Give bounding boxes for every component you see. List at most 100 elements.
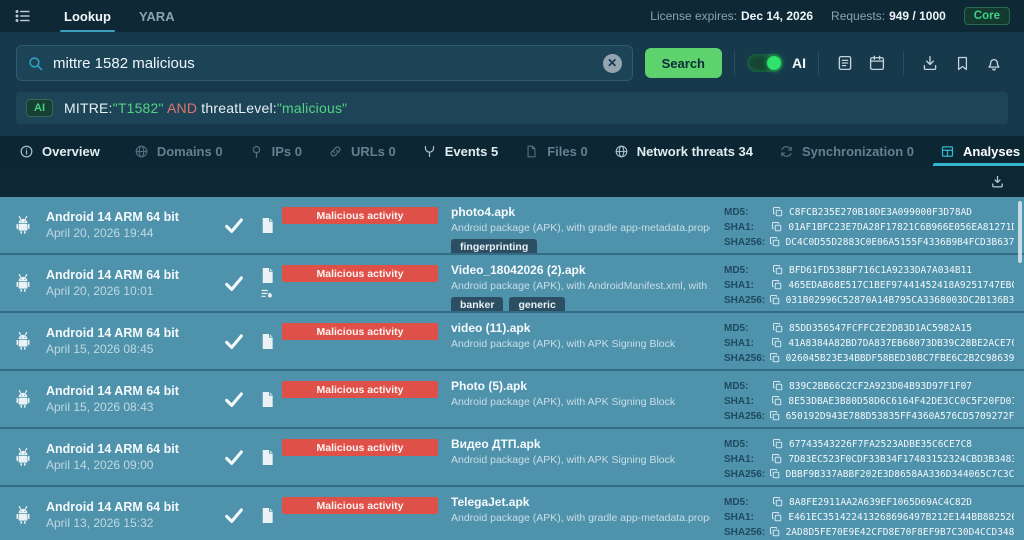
hash-value: 01AF1BFC23E7DA28F17821C6B966E056EA81271D xyxy=(788,222,1014,233)
hash-label: SHA256: xyxy=(724,237,769,248)
menu-icon[interactable] xyxy=(14,0,38,32)
tab-urls[interactable]: URLs 0 xyxy=(315,136,409,166)
tab-domains[interactable]: Domains 0 xyxy=(121,136,236,166)
copy-icon[interactable] xyxy=(769,526,781,538)
link-icon xyxy=(328,144,343,159)
hash-value: 85DD356547FCFFC2E2D83D1AC5982A15 xyxy=(789,323,972,334)
file-description: Android package (APK), with AndroidManif… xyxy=(451,280,710,292)
scrollbar-thumb[interactable] xyxy=(1018,201,1022,263)
download-icon[interactable] xyxy=(916,49,944,77)
verdict-badge: Malicious activity xyxy=(282,497,438,514)
copy-icon[interactable] xyxy=(769,352,781,364)
ai-toggle[interactable] xyxy=(747,54,783,72)
analysis-row[interactable]: Android 14 ARM 64 bit April 20, 2026 10:… xyxy=(0,255,1024,313)
hash-label: SHA1: xyxy=(724,396,771,407)
copy-icon[interactable] xyxy=(769,236,781,248)
copy-icon[interactable] xyxy=(771,511,783,523)
ti-lookup-app: Lookup YARA License expires:Dec 14, 2026… xyxy=(0,0,1024,540)
tab-analyses[interactable]: Analyses 227 xyxy=(927,136,1024,166)
tab-lookup[interactable]: Lookup xyxy=(50,0,125,32)
analysis-date: April 13, 2026 15:32 xyxy=(46,516,216,530)
copy-icon[interactable] xyxy=(769,468,781,480)
copy-icon[interactable] xyxy=(771,395,783,407)
clear-search-icon[interactable]: ✕ xyxy=(603,54,622,73)
hash-sha1: SHA1: 465EDAB68E517C1BEF97441452418A9251… xyxy=(724,278,1014,292)
hash-label: SHA1: xyxy=(724,222,771,233)
analysis-row[interactable]: Android 14 ARM 64 bit April 20, 2026 19:… xyxy=(0,197,1024,255)
file-info-cell: Видео ДТП.apk Android package (APK), wit… xyxy=(444,429,716,485)
license-info: License expires:Dec 14, 2026 xyxy=(650,9,813,23)
copy-icon[interactable] xyxy=(772,380,784,392)
file-type-icon xyxy=(258,390,277,409)
ai-toggle-label: AI xyxy=(792,55,806,71)
summary-icon[interactable] xyxy=(831,49,859,77)
tab-yara[interactable]: YARA xyxy=(125,0,189,32)
file-name: Video_18042026 (2).apk xyxy=(451,263,710,277)
copy-icon[interactable] xyxy=(772,206,784,218)
tab-network-threats[interactable]: Network threats 34 xyxy=(601,136,766,166)
verified-check-icon xyxy=(223,504,245,526)
hash-value: 026045B23E34BBDF58BED30BC7FBE6C2B2C98639… xyxy=(786,353,1014,364)
hash-label: MD5: xyxy=(724,207,772,218)
tag-chip[interactable]: banker xyxy=(451,297,503,311)
hash-sha256: SHA256: 026045B23E34BBDF58BED30BC7FBE6C2… xyxy=(724,351,1014,365)
analysis-row[interactable]: Android 14 ARM 64 bit April 14, 2026 09:… xyxy=(0,429,1024,487)
tags: banker generic xyxy=(451,297,710,311)
copy-icon[interactable] xyxy=(772,496,784,508)
os-name: Android 14 ARM 64 bit xyxy=(46,268,216,282)
bookmark-icon[interactable] xyxy=(948,49,976,77)
ai-query-text: MITRE:"T1582" AND threatLevel:"malicious… xyxy=(64,100,347,116)
analysis-row[interactable]: Android 14 ARM 64 bit April 13, 2026 15:… xyxy=(0,487,1024,540)
tab-synchronization[interactable]: Synchronization 0 xyxy=(766,136,927,166)
file-name: video (11).apk xyxy=(451,321,710,335)
hash-sha256: SHA256: DBBF9B337ABBF202E3D8658AA336D344… xyxy=(724,467,1014,481)
tab-overview[interactable]: Overview xyxy=(6,136,113,166)
tag-chip[interactable]: fingerprinting xyxy=(451,239,537,253)
copy-icon[interactable] xyxy=(771,279,783,291)
tab-ips[interactable]: IPs 0 xyxy=(236,136,315,166)
copy-icon[interactable] xyxy=(769,410,781,422)
copy-icon[interactable] xyxy=(772,264,784,276)
calendar-icon[interactable] xyxy=(863,49,891,77)
file-type-icon xyxy=(258,506,277,525)
copy-icon[interactable] xyxy=(772,322,784,334)
copy-icon[interactable] xyxy=(771,221,783,233)
file-type-icon xyxy=(258,216,277,235)
android-icon xyxy=(12,504,34,526)
os-cell: Android 14 ARM 64 bit April 15, 2026 08:… xyxy=(46,371,216,427)
os-cell: Android 14 ARM 64 bit April 13, 2026 15:… xyxy=(46,487,216,540)
search-button[interactable]: Search xyxy=(645,48,722,78)
ai-query-segment: MITRE: xyxy=(64,100,113,116)
file-description: Android package (APK), with gradle app-m… xyxy=(451,512,710,524)
tab-events[interactable]: Events 5 xyxy=(409,136,511,166)
export-icon[interactable] xyxy=(983,168,1011,196)
search-icon xyxy=(27,55,44,72)
hash-sha256: SHA256: 650192D943E788D53835FF4360A576CD… xyxy=(724,409,1014,423)
hash-value: C8FCB235E270B10DE3A099000F3D78AD xyxy=(789,207,972,218)
tab-label: Files 0 xyxy=(547,144,587,159)
copy-icon[interactable] xyxy=(771,453,783,465)
copy-icon[interactable] xyxy=(772,438,784,450)
hash-value: 465EDAB68E517C1BEF97441452418A9251747EBC xyxy=(788,280,1014,291)
analysis-row[interactable]: Android 14 ARM 64 bit April 15, 2026 08:… xyxy=(0,371,1024,429)
hash-md5: MD5: 8A8FE2911AA2A639EF1065D69AC4C82D xyxy=(724,495,1014,509)
hashes-cell: MD5: 839C2BB66C2CF2A923D04B93D97F1F07 SH… xyxy=(716,371,1024,427)
hash-value: 650192D943E788D53835FF4360A576CD5709272F… xyxy=(786,411,1014,422)
file-description: Android package (APK), with gradle app-m… xyxy=(451,222,710,234)
hashes-cell: MD5: 85DD356547FCFFC2E2D83D1AC5982A15 SH… xyxy=(716,313,1024,369)
analysis-row[interactable]: Android 14 ARM 64 bit April 15, 2026 08:… xyxy=(0,313,1024,371)
search-input[interactable]: mittre 1582 malicious ✕ xyxy=(16,45,633,81)
hash-label: SHA1: xyxy=(724,512,771,523)
verdict-badge: Malicious activity xyxy=(282,207,438,224)
table-toolbar xyxy=(0,166,1024,197)
tag-chip[interactable]: generic xyxy=(509,297,564,311)
hash-sha1: SHA1: 01AF1BFC23E7DA28F17821C6B966E056EA… xyxy=(724,220,1014,234)
hash-sha1: SHA1: 41A8384A82BD7DA837EB68073DB39C28BE… xyxy=(724,336,1014,350)
bell-icon[interactable] xyxy=(980,49,1008,77)
copy-icon[interactable] xyxy=(771,337,783,349)
hash-md5: MD5: C8FCB235E270B10DE3A099000F3D78AD xyxy=(724,205,1014,219)
copy-icon[interactable] xyxy=(769,294,781,306)
ai-query-segment: "malicious" xyxy=(277,100,348,116)
tab-files[interactable]: Files 0 xyxy=(511,136,600,166)
sync-icon xyxy=(779,144,794,159)
